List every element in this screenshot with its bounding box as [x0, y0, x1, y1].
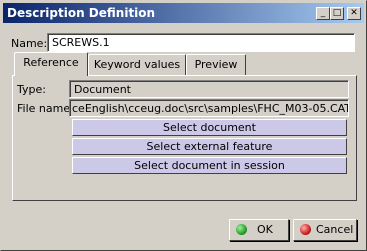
- ok-button[interactable]: OK: [229, 219, 289, 241]
- name-input[interactable]: SCREWS.1: [47, 33, 355, 52]
- green-dot-icon: [236, 224, 247, 235]
- name-label: Name:: [11, 37, 48, 50]
- type-label: Type:: [17, 83, 46, 96]
- title-bar: Description Definition _ □ ✕: [3, 3, 364, 23]
- type-field: Document: [69, 80, 349, 98]
- cancel-label: Cancel: [316, 223, 354, 236]
- cancel-button[interactable]: Cancel: [293, 219, 357, 241]
- description-definition-dialog: Description Definition _ □ ✕ Name: SCREW…: [0, 0, 367, 251]
- name-input-value: SCREWS.1: [52, 36, 110, 49]
- file-name-field: ceEnglish\cceug.doc\src\samples\FHC_M03-…: [69, 99, 349, 117]
- close-button[interactable]: ✕: [347, 7, 361, 20]
- select-document-button[interactable]: Select document: [72, 119, 347, 136]
- window-title: Description Definition: [7, 6, 156, 20]
- minimize-button[interactable]: _: [316, 7, 330, 20]
- file-name-value: ceEnglish\cceug.doc\src\samples\FHC_M03-…: [72, 102, 349, 115]
- file-name-label: File name:: [17, 102, 74, 115]
- ok-label: OK: [257, 223, 273, 236]
- tab-reference[interactable]: Reference: [14, 52, 88, 76]
- type-value: Document: [74, 83, 131, 96]
- tab-keyword-values[interactable]: Keyword values: [88, 54, 186, 75]
- select-document-in-session-button[interactable]: Select document in session: [72, 157, 347, 174]
- select-external-feature-button[interactable]: Select external feature: [72, 138, 347, 155]
- maximize-button[interactable]: □: [330, 7, 344, 20]
- red-dot-icon: [300, 224, 311, 235]
- tab-preview[interactable]: Preview: [186, 54, 246, 75]
